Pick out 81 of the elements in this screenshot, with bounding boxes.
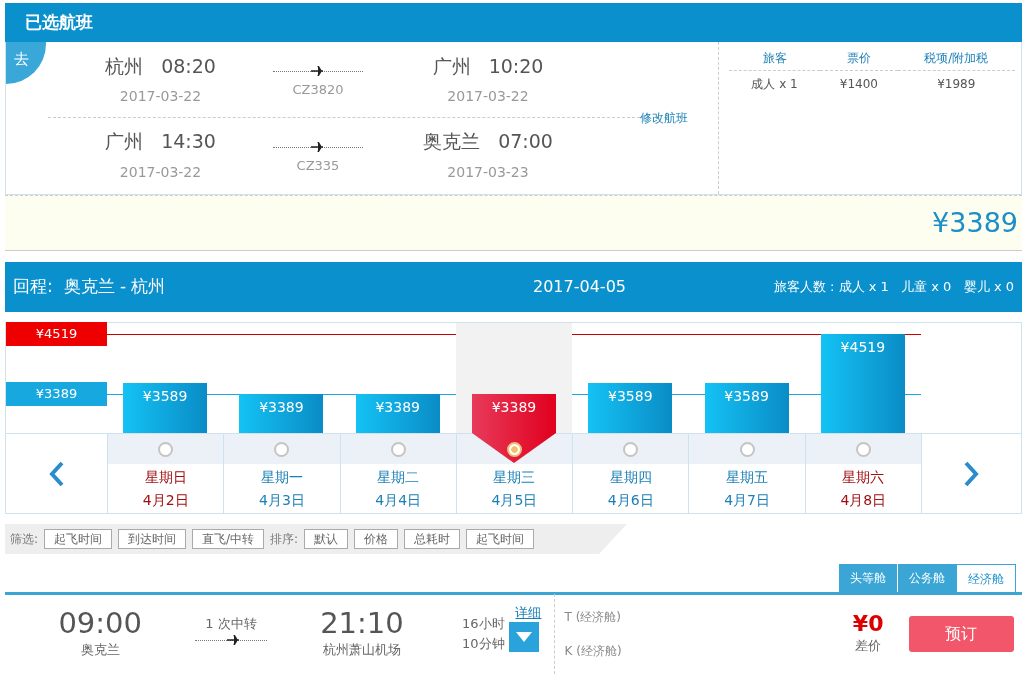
book-button[interactable]: 预订 bbox=[908, 615, 1014, 652]
radio-button[interactable] bbox=[855, 441, 871, 457]
arrival-date: 2017-03-23 bbox=[446, 162, 530, 182]
weekday-label: 星期六 bbox=[841, 468, 886, 487]
column-header: 旅客 bbox=[729, 46, 821, 71]
date-label: 4月8日 bbox=[839, 491, 888, 510]
column-header: 税项/附加税 bbox=[897, 46, 1015, 71]
radio-button[interactable] bbox=[739, 441, 755, 457]
dropdown-button[interactable] bbox=[509, 622, 540, 653]
arrival-city-time: 奥克兰 07:00 bbox=[422, 129, 554, 155]
arrival-airport: 杭州萧山机场 bbox=[321, 640, 402, 659]
weekday-label: 星期三 bbox=[492, 468, 537, 487]
weekday-label: 星期二 bbox=[376, 468, 421, 487]
date-label: 4月3日 bbox=[258, 491, 306, 510]
plane-icon bbox=[227, 634, 240, 645]
date-label: 4月6日 bbox=[606, 491, 655, 510]
date-label: 4月4日 bbox=[374, 491, 423, 510]
price-bar[interactable]: ¥3589 bbox=[588, 383, 673, 433]
section-title: 已选航班 bbox=[5, 3, 1022, 42]
sort-button[interactable]: 总耗时 bbox=[404, 529, 461, 549]
column-header: 票价 bbox=[820, 46, 898, 71]
departure-city-time: 广州 14:30 bbox=[104, 129, 217, 155]
date-label: 4月7日 bbox=[723, 491, 771, 510]
departure-airport: 奥克兰 bbox=[79, 640, 121, 659]
weekday-label: 星期一 bbox=[259, 468, 304, 487]
duration-minutes: 10分钟 bbox=[461, 634, 506, 653]
price-bar[interactable]: ¥3589 bbox=[704, 383, 789, 433]
sort-button[interactable]: 价格 bbox=[354, 529, 399, 549]
passenger-count: 旅客人数 : 成人 x 1 儿童 x 0 婴儿 x 0 bbox=[772, 278, 1014, 297]
change-flight-link[interactable]: 修改航班 bbox=[640, 109, 688, 127]
weekday-label: 星期五 bbox=[725, 468, 770, 487]
fare-class: T (经济舱) bbox=[564, 608, 623, 626]
price-bar[interactable]: ¥4519 bbox=[820, 334, 905, 433]
date-label: 4月5日 bbox=[490, 491, 539, 510]
direction-tag: 去 bbox=[6, 42, 46, 84]
price-axis-label: ¥3389 bbox=[6, 382, 107, 406]
arrival-city-time: 广州 10:20 bbox=[431, 53, 545, 79]
price-difference: ¥0 bbox=[851, 611, 885, 636]
price-bar[interactable]: ¥3389 bbox=[355, 394, 440, 433]
departure-date: 2017-03-22 bbox=[118, 162, 203, 182]
weekday-label: 星期四 bbox=[608, 468, 653, 487]
flight-number: CZ335 bbox=[295, 156, 341, 175]
cabin-tab[interactable]: 公务舱 bbox=[897, 564, 956, 592]
details-link[interactable]: 详细 bbox=[515, 604, 542, 620]
cabin-tab[interactable]: 头等舱 bbox=[838, 564, 897, 592]
stops-label: 1 次中转 bbox=[204, 615, 258, 634]
radio-button[interactable] bbox=[623, 441, 639, 457]
sort-button[interactable]: 默认 bbox=[304, 529, 349, 549]
date-label: 4月2日 bbox=[141, 491, 190, 510]
table-cell: ¥1989 bbox=[897, 70, 1015, 97]
fare-class: K (经济舱) bbox=[564, 642, 623, 660]
weekday-label: 星期日 bbox=[143, 468, 188, 487]
price-bar[interactable]: ¥3389 bbox=[239, 394, 324, 433]
table-cell: ¥1400 bbox=[820, 70, 898, 97]
radio-button[interactable] bbox=[274, 441, 290, 457]
price-axis-label: ¥4519 bbox=[6, 322, 107, 346]
sort-label: 排序: bbox=[270, 531, 299, 548]
filter-button[interactable]: 起飞时间 bbox=[44, 529, 113, 549]
radio-button[interactable] bbox=[158, 441, 174, 457]
return-date: 2017-04-05 bbox=[533, 276, 627, 298]
price-difference-label: 差价 bbox=[854, 636, 883, 655]
cabin-tab[interactable]: 经济舱 bbox=[956, 564, 1016, 592]
filter-button[interactable]: 到达时间 bbox=[118, 529, 187, 549]
departure-city-time: 杭州 08:20 bbox=[104, 53, 217, 79]
plane-icon bbox=[311, 141, 323, 152]
departure-date: 2017-03-22 bbox=[118, 87, 203, 107]
total-price: ¥3389 bbox=[932, 205, 1018, 240]
caret-icon bbox=[516, 632, 533, 643]
duration-hours: 16小时 bbox=[461, 615, 506, 633]
table-cell: 成人 x 1 bbox=[729, 70, 821, 97]
filter-button[interactable]: 直飞/中转 bbox=[192, 529, 265, 549]
radio-button[interactable] bbox=[390, 441, 406, 457]
arrival-date: 2017-03-22 bbox=[446, 87, 530, 107]
sort-button[interactable]: 起飞时间 bbox=[466, 529, 535, 549]
route-title: 回程: 奥克兰 - 杭州 bbox=[13, 275, 167, 299]
arrival-time: 21:10 bbox=[319, 607, 405, 640]
departure-time: 09:00 bbox=[57, 607, 143, 640]
plane-icon bbox=[311, 66, 323, 77]
price-bar[interactable]: ¥3589 bbox=[123, 383, 208, 433]
filter-label: 筛选: bbox=[10, 531, 39, 548]
flight-number: CZ3820 bbox=[291, 81, 345, 100]
